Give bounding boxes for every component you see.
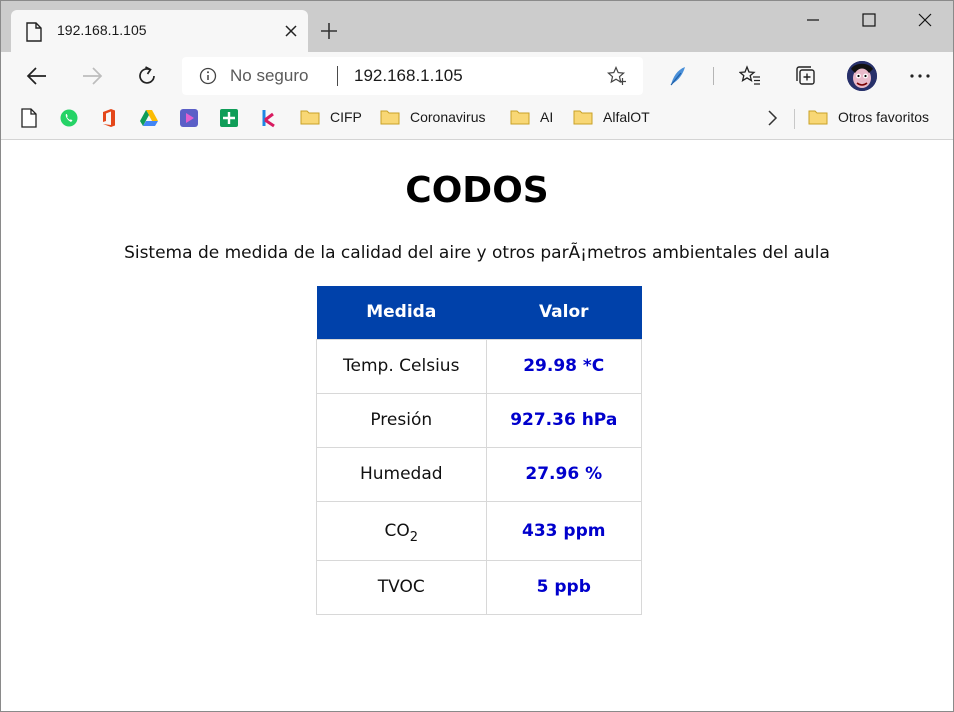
url-text[interactable]: 192.168.1.105 xyxy=(354,66,463,86)
measure-subscript: 2 xyxy=(409,529,419,545)
address-bar[interactable]: No seguro 192.168.1.105 xyxy=(182,57,643,95)
bookmark-folder-ai[interactable]: AI xyxy=(510,107,562,129)
feather-extension-icon[interactable] xyxy=(667,65,687,87)
google-drive-icon[interactable] xyxy=(139,108,159,128)
reload-button[interactable] xyxy=(133,62,161,90)
google-sheets-icon[interactable] xyxy=(219,108,239,128)
bookmarks-bar: CIFP Coronavirus AI AlfalOT Otros favori… xyxy=(1,100,953,140)
measure-cell: TVOC xyxy=(316,559,487,615)
browser-tab[interactable]: 192.168.1.105 xyxy=(11,10,308,52)
page-icon xyxy=(26,22,42,42)
table-row: Humedad 27.96 % xyxy=(316,446,642,502)
measure-cell: Humedad xyxy=(316,446,487,502)
address-separator xyxy=(337,66,338,86)
folder-icon xyxy=(510,110,530,125)
folder-icon xyxy=(300,110,320,125)
table-row: Temp. Celsius 29.98 *C xyxy=(316,338,642,394)
profile-avatar[interactable] xyxy=(847,61,877,91)
reload-icon xyxy=(139,66,155,84)
table-header-row: Medida Valor xyxy=(316,286,642,339)
arrow-right-icon xyxy=(83,67,103,85)
maximize-icon xyxy=(862,13,876,27)
toolbar-separator xyxy=(713,67,714,85)
collections-icon[interactable] xyxy=(795,65,817,87)
measure-cell: Presión xyxy=(316,392,487,448)
folder-icon xyxy=(573,110,593,125)
favorites-list-icon[interactable] xyxy=(739,65,761,87)
chevron-right-icon[interactable] xyxy=(765,109,779,127)
avatar-icon xyxy=(847,61,877,91)
measurements-table: Medida Valor Temp. Celsius 29.98 *C Pres… xyxy=(316,286,642,615)
measure-text: CO xyxy=(384,520,410,541)
navigation-bar: No seguro 192.168.1.105 xyxy=(1,52,953,100)
more-options-icon[interactable] xyxy=(908,65,932,87)
measure-cell: Temp. Celsius xyxy=(316,338,487,394)
page-icon[interactable] xyxy=(19,108,39,128)
info-icon[interactable] xyxy=(199,67,217,85)
app-k-icon[interactable] xyxy=(259,108,279,128)
table-row: CO2 433 ppm xyxy=(316,500,642,561)
header-measure: Medida xyxy=(316,286,486,339)
arrow-left-icon xyxy=(26,67,46,85)
header-value: Valor xyxy=(486,286,642,339)
close-tab-icon[interactable] xyxy=(284,24,298,38)
table-row: Presión 927.36 hPa xyxy=(316,392,642,448)
back-button[interactable] xyxy=(23,62,51,90)
value-cell: 5 ppb xyxy=(485,559,642,615)
bookmarks-separator xyxy=(794,109,795,129)
page-content: CODOS Sistema de medida de la calidad de… xyxy=(1,141,953,711)
media-app-icon[interactable] xyxy=(179,108,199,128)
folder-icon xyxy=(808,110,828,125)
bookmark-folder-cifp[interactable]: CIFP xyxy=(300,107,370,129)
minimize-button[interactable] xyxy=(785,1,841,41)
value-cell: 29.98 *C xyxy=(485,338,642,394)
bookmark-folder-coronavirus[interactable]: Coronavirus xyxy=(380,107,500,129)
folder-icon xyxy=(380,110,400,125)
measure-cell: CO2 xyxy=(316,500,487,561)
not-secure-label[interactable]: No seguro xyxy=(230,66,308,86)
office-icon[interactable] xyxy=(99,108,119,128)
other-favorites-folder[interactable]: Otros favoritos xyxy=(808,107,948,129)
title-bar: 192.168.1.105 xyxy=(1,1,953,52)
table-row: TVOC 5 ppb xyxy=(316,559,642,615)
whatsapp-icon[interactable] xyxy=(59,108,79,128)
minimize-icon xyxy=(807,19,819,21)
new-tab-icon[interactable] xyxy=(319,21,339,41)
value-cell: 27.96 % xyxy=(485,446,642,502)
close-icon xyxy=(918,13,932,27)
maximize-button[interactable] xyxy=(841,1,897,41)
close-window-button[interactable] xyxy=(897,1,953,41)
forward-button[interactable] xyxy=(78,62,106,90)
tab-title: 192.168.1.105 xyxy=(57,22,147,38)
page-subtitle: Sistema de medida de la calidad del aire… xyxy=(124,243,830,263)
add-favorite-star-icon[interactable] xyxy=(607,66,627,86)
value-cell: 927.36 hPa xyxy=(485,392,642,448)
page-title: CODOS xyxy=(405,170,549,211)
bookmark-folder-alfaiot[interactable]: AlfalOT xyxy=(573,107,663,129)
value-cell: 433 ppm xyxy=(485,500,642,561)
